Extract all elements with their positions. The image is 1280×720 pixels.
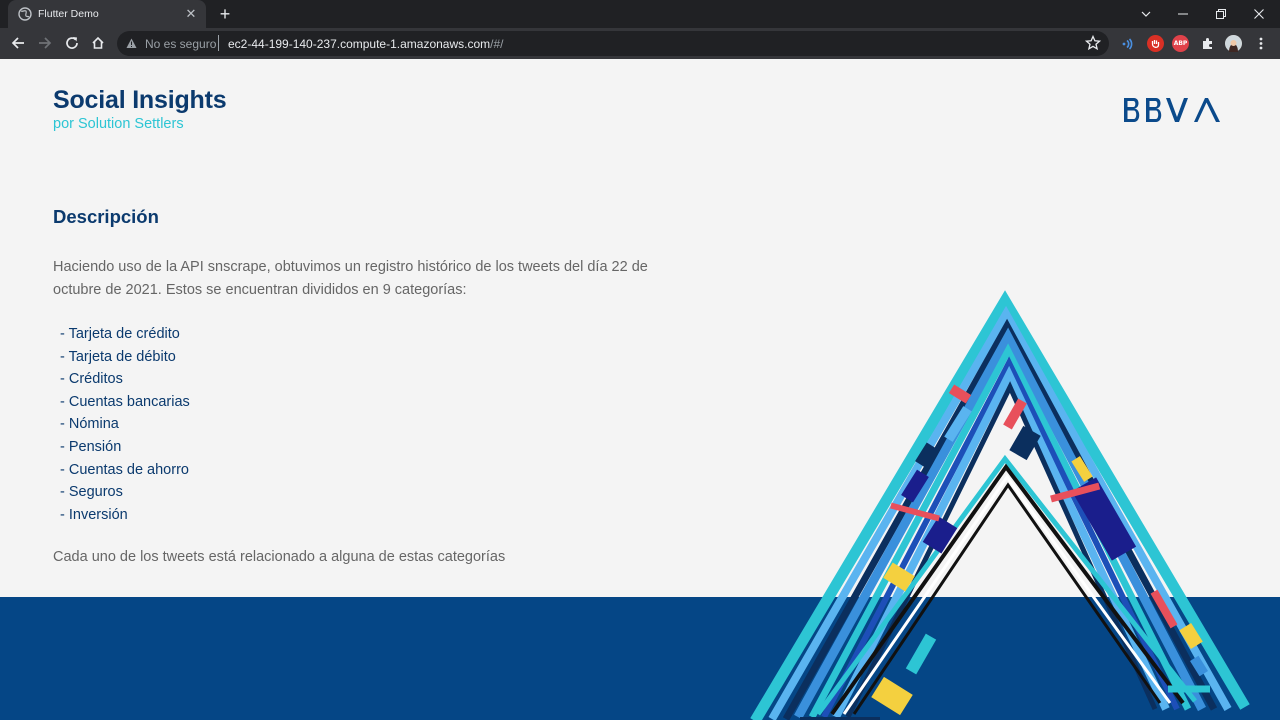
footnote-text: Cada uno de los tweets está relacionado … [53, 549, 506, 565]
list-item: - Pensión [60, 438, 122, 455]
close-window-button[interactable] [1240, 0, 1278, 28]
page-content: Social Insights por Solution Settlers De… [0, 59, 1280, 720]
restore-button[interactable] [1202, 0, 1240, 28]
description-text: Haciendo uso de la API snscrape, obtuvim… [53, 259, 648, 298]
minimize-button[interactable] [1164, 0, 1202, 28]
decorative-a-illustration [750, 290, 1250, 720]
url-path: /#/ [490, 37, 504, 51]
adblock-plus-icon[interactable]: ABP [1172, 35, 1189, 52]
section-heading: Descripción [53, 206, 159, 227]
list-item: - Cuentas de ahorro [60, 461, 189, 478]
url-host: ec2-44-199-140-237.compute-1.amazonaws.c… [228, 37, 491, 51]
home-button[interactable] [87, 32, 109, 54]
forward-button[interactable] [34, 32, 56, 54]
new-tab-button[interactable]: + [216, 5, 234, 23]
tab-search-icon[interactable] [1127, 0, 1165, 28]
extensions-puzzle-icon[interactable] [1199, 35, 1216, 52]
menu-kebab-icon[interactable] [1252, 35, 1269, 52]
hand-extension-icon[interactable] [1147, 35, 1164, 52]
tab-title: Flutter Demo [38, 8, 99, 20]
browser-toolbar: No es seguro ec2-44-199-140-237.compute-… [0, 28, 1280, 59]
tab-strip: Flutter Demo ✕ + [0, 0, 1280, 28]
back-button[interactable] [7, 32, 29, 54]
list-item: - Tarjeta de débito [60, 348, 176, 365]
url-text[interactable]: ec2-44-199-140-237.compute-1.amazonaws.c… [228, 37, 504, 51]
app-subtitle: por Solution Settlers [53, 116, 184, 132]
url-divider [218, 35, 219, 51]
globe-icon [18, 7, 32, 21]
list-item: - Nómina [60, 416, 119, 433]
reload-button[interactable] [61, 32, 83, 54]
list-item: - Tarjeta de crédito [60, 326, 180, 342]
bbva-logo [1124, 98, 1220, 122]
wireless-extension-icon[interactable] [1119, 35, 1136, 52]
tab-flutter-demo[interactable]: Flutter Demo ✕ [8, 0, 206, 28]
close-tab-icon[interactable]: ✕ [182, 5, 200, 23]
address-bar[interactable]: No es seguro ec2-44-199-140-237.compute-… [117, 31, 1109, 56]
list-item: - Seguros [60, 484, 123, 501]
list-item: - Créditos [60, 371, 123, 388]
app-title: Social Insights [53, 86, 227, 114]
bookmark-star-icon[interactable] [1085, 35, 1101, 51]
security-label[interactable]: No es seguro [145, 37, 216, 51]
profile-avatar[interactable] [1225, 35, 1242, 52]
list-item: - Cuentas bancarias [60, 393, 190, 410]
list-item: - Inversión [60, 506, 128, 523]
warning-icon[interactable] [126, 38, 137, 49]
category-list: - Tarjeta de crédito - Tarjeta de débito… [60, 323, 190, 526]
